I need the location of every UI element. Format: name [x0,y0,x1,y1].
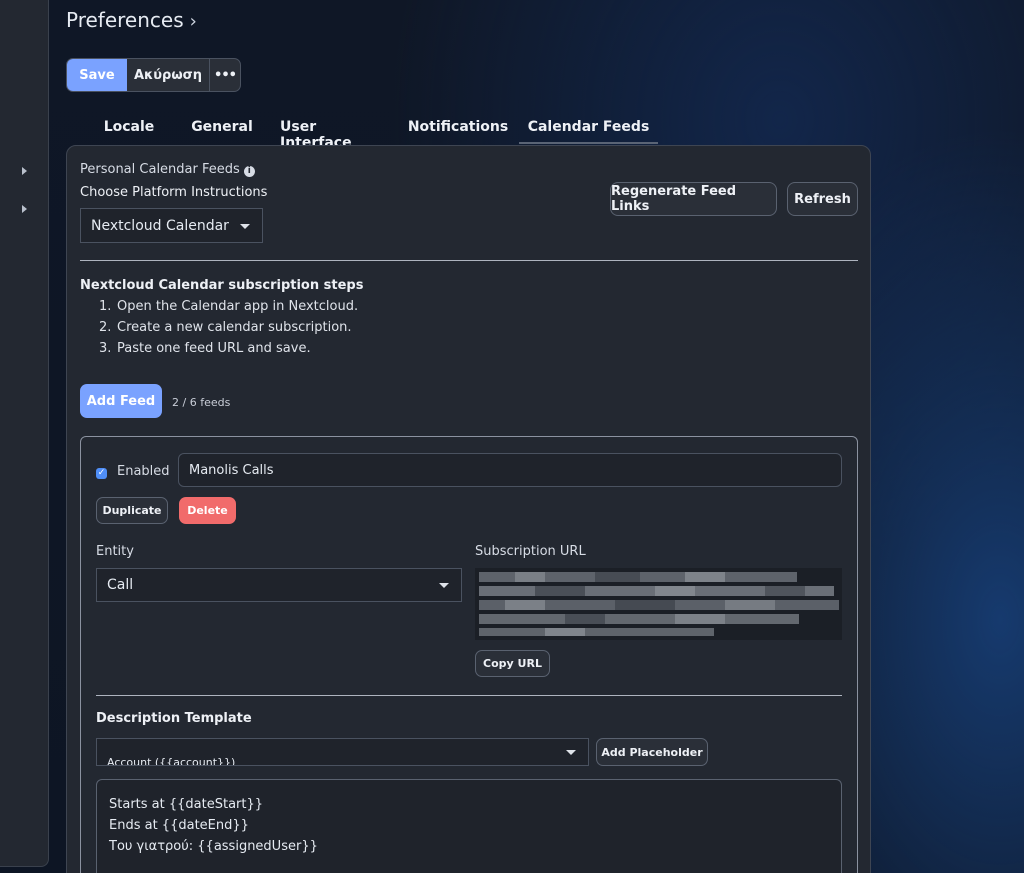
platform-select-value: Nextcloud Calendar [91,217,229,234]
cancel-button[interactable]: Ακύρωση [127,59,210,91]
template-line: Ends at {{dateEnd}} [109,818,249,833]
tab-general[interactable]: General [186,112,258,144]
step-number: 2. [99,320,112,335]
entity-select-value: Call [107,577,134,593]
section-divider [80,260,858,261]
step-text: Open the Calendar app in Nextcloud. [117,299,359,314]
description-template-label: Description Template [96,711,252,726]
page-title: Preferences › [66,8,197,32]
calendar-feeds-panel: Personal Calendar Feeds i Choose Platform… [66,145,871,873]
action-toolbar: Save Ακύρωση ••• [66,58,241,92]
sidebar-expand-icon[interactable] [22,167,27,175]
step-item: 1. Open the Calendar app in Nextcloud. [99,299,358,314]
feed-card: ✓ Enabled Manolis Calls Duplicate Delete… [80,436,858,873]
page-title-text: Preferences [66,8,184,32]
duplicate-button[interactable]: Duplicate [96,497,168,524]
placeholder-select-value: Account ({{account}}) [107,756,236,766]
template-line: Starts at {{dateStart}} [109,797,264,812]
subscription-url-label: Subscription URL [475,544,586,559]
chevron-down-icon [566,750,576,755]
entity-label: Entity [96,544,134,559]
regenerate-feed-links-button[interactable]: Regenerate Feed Links [610,182,777,216]
enabled-label: Enabled [117,464,170,479]
delete-button[interactable]: Delete [179,497,236,524]
chevron-down-icon [439,583,449,588]
platform-label: Choose Platform Instructions [80,185,268,200]
feed-name-input[interactable]: Manolis Calls [178,453,842,487]
refresh-button[interactable]: Refresh [787,182,858,216]
add-placeholder-button[interactable]: Add Placeholder [596,738,708,766]
chevron-right-icon[interactable]: › [190,11,197,32]
copy-url-button[interactable]: Copy URL [475,650,550,677]
enabled-checkbox[interactable]: ✓ [96,468,107,479]
more-options-button[interactable]: ••• [210,59,240,91]
step-text: Create a new calendar subscription. [117,320,352,335]
step-item: 2. Create a new calendar subscription. [99,320,352,335]
step-number: 1. [99,299,112,314]
platform-select[interactable]: Nextcloud Calendar [80,208,263,243]
feed-count: 2 / 6 feeds [172,396,231,409]
save-button[interactable]: Save [67,59,127,91]
description-template-textarea[interactable]: Starts at {{dateStart}} Ends at {{dateEn… [96,779,842,873]
steps-title: Nextcloud Calendar subscription steps [80,278,364,293]
entity-select[interactable]: Call [96,568,462,602]
redacted-url-image [479,572,839,636]
add-feed-button[interactable]: Add Feed [80,384,162,418]
placeholder-select[interactable]: Account ({{account}}) [96,738,589,766]
tab-notifications[interactable]: Notifications [408,112,508,144]
section-label: Personal Calendar Feeds i [80,162,255,177]
template-line: Του γιατρού: {{assignedUser}} [109,839,318,854]
step-text: Paste one feed URL and save. [117,341,311,356]
info-icon[interactable]: i [243,166,255,177]
step-number: 3. [99,341,112,356]
tab-locale[interactable]: Locale [90,112,168,144]
feed-divider [96,695,842,696]
sidebar-expand-icon[interactable] [22,205,27,213]
chevron-down-icon [240,223,250,229]
step-item: 3. Paste one feed URL and save. [99,341,311,356]
subscription-url-redacted [475,568,842,640]
tab-calendar-feeds[interactable]: Calendar Feeds [519,112,658,144]
left-sidebar [0,0,49,867]
section-label-text: Personal Calendar Feeds [80,162,240,177]
tab-user-interface[interactable]: User Interface [280,112,388,151]
